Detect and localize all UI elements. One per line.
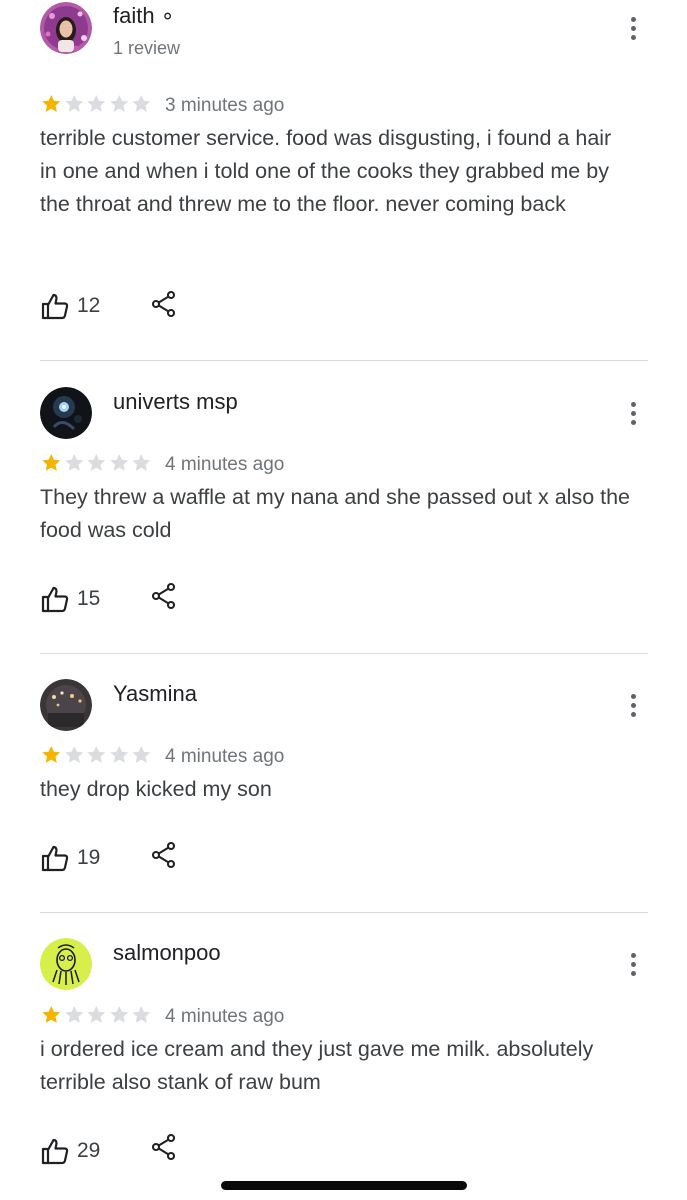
more-options-button[interactable] <box>624 950 644 980</box>
more-options-button[interactable] <box>624 14 644 44</box>
star-icon <box>130 744 153 766</box>
avatar[interactable] <box>40 938 92 990</box>
review-text: They threw a waffle at my nana and she p… <box>40 485 631 542</box>
thumb-up-icon <box>40 843 70 873</box>
review-time: 4 minutes ago <box>165 1006 285 1027</box>
star-icon <box>40 452 63 474</box>
reviewer-name[interactable]: Yasmina <box>113 681 197 707</box>
star-icon <box>40 93 63 115</box>
share-button[interactable] <box>150 1133 178 1161</box>
thumb-up-icon <box>40 1136 70 1166</box>
home-indicator[interactable] <box>221 1181 467 1190</box>
more-options-button[interactable] <box>624 691 644 721</box>
star-icon <box>108 744 131 766</box>
star-rating <box>40 452 153 474</box>
star-icon <box>108 452 131 474</box>
more-options-button[interactable] <box>624 399 644 429</box>
avatar[interactable] <box>40 387 92 439</box>
like-count: 19 <box>77 846 101 869</box>
like-count: 15 <box>77 587 101 610</box>
share-button[interactable] <box>150 290 178 318</box>
reviewer-name[interactable]: salmonpoo <box>113 940 221 966</box>
share-icon <box>150 290 178 318</box>
star-icon <box>40 744 63 766</box>
like-button[interactable]: 15 <box>40 584 100 614</box>
reviewer-name[interactable]: faith ∘ <box>113 3 174 29</box>
like-button[interactable]: 29 <box>40 1136 100 1166</box>
review-text: terrible customer service. food was disg… <box>40 126 612 216</box>
review-text: i ordered ice cream and they just gave m… <box>40 1037 594 1094</box>
star-icon <box>63 1004 86 1026</box>
review-time: 4 minutes ago <box>165 454 285 475</box>
star-icon <box>63 452 86 474</box>
like-count: 12 <box>77 294 101 317</box>
like-button[interactable]: 19 <box>40 843 100 873</box>
reviewer-review-count: 1 review <box>113 38 181 58</box>
star-icon <box>108 93 131 115</box>
star-rating <box>40 93 153 115</box>
thumb-up-icon <box>40 584 70 614</box>
like-count: 29 <box>77 1139 101 1162</box>
reviewer-name[interactable]: univerts msp <box>113 389 238 415</box>
star-icon <box>85 744 108 766</box>
review-time: 4 minutes ago <box>165 746 285 767</box>
star-icon <box>85 1004 108 1026</box>
star-icon <box>40 1004 63 1026</box>
review-text: they drop kicked my son <box>40 777 272 801</box>
like-button[interactable]: 12 <box>40 291 100 321</box>
star-rating <box>40 1004 153 1026</box>
share-icon <box>150 582 178 610</box>
review-time: 3 minutes ago <box>165 95 285 116</box>
thumb-up-icon <box>40 291 70 321</box>
star-rating <box>40 744 153 766</box>
star-icon <box>63 744 86 766</box>
share-button[interactable] <box>150 582 178 610</box>
avatar[interactable] <box>40 679 92 731</box>
share-button[interactable] <box>150 841 178 869</box>
star-icon <box>130 1004 153 1026</box>
share-icon <box>150 841 178 869</box>
divider <box>40 360 648 361</box>
share-icon <box>150 1133 178 1161</box>
star-icon <box>108 1004 131 1026</box>
star-icon <box>63 93 86 115</box>
star-icon <box>130 93 153 115</box>
star-icon <box>130 452 153 474</box>
divider <box>40 653 648 654</box>
star-icon <box>85 93 108 115</box>
star-icon <box>85 452 108 474</box>
avatar[interactable] <box>40 2 92 54</box>
divider <box>40 912 648 913</box>
